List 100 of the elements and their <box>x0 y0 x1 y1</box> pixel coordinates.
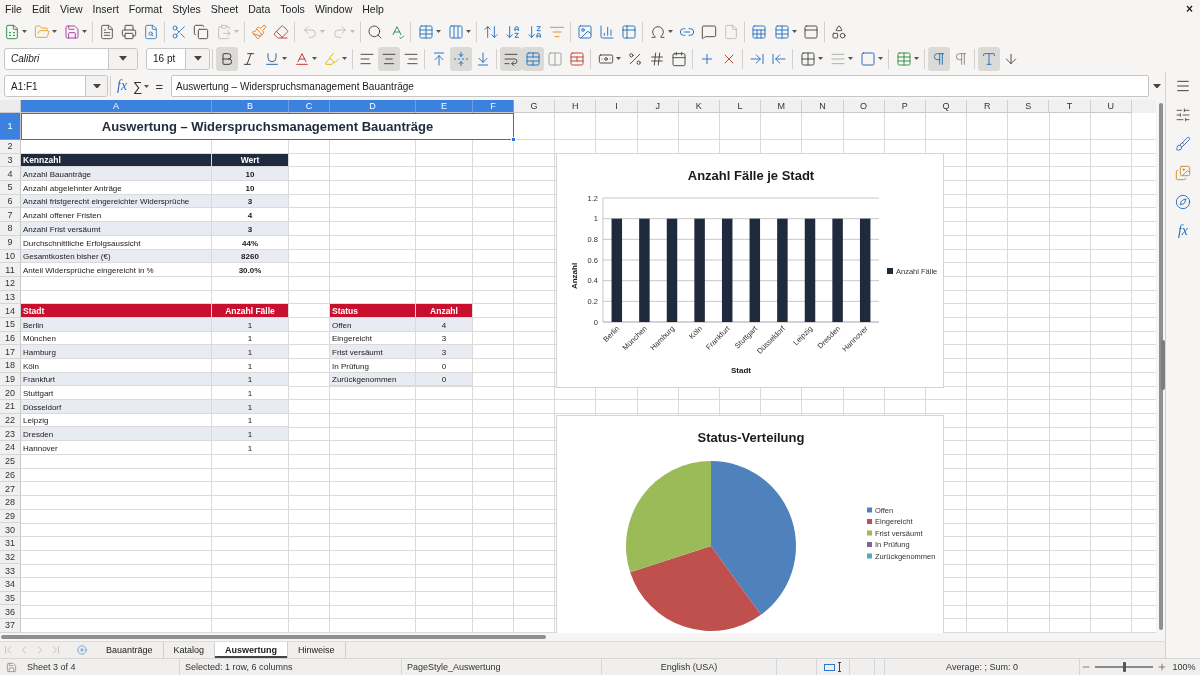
menu-item[interactable]: File <box>0 1 27 17</box>
column-header[interactable]: L <box>719 100 762 113</box>
column-header[interactable]: D <box>330 100 416 113</box>
caret-icon <box>817 57 823 60</box>
horizontal-scrollbar-thumb[interactable] <box>1 635 546 639</box>
undo-icon <box>301 23 318 40</box>
row-header[interactable]: 24 <box>0 441 21 455</box>
font-size-field[interactable]: 16 pt <box>146 47 210 70</box>
column-header[interactable]: T <box>1049 100 1091 113</box>
row-header[interactable]: 8 <box>0 222 21 236</box>
row-header[interactable]: 23 <box>0 427 21 442</box>
columns-icon <box>447 23 464 40</box>
wrap-text-button[interactable] <box>500 46 522 71</box>
menu-item[interactable]: Data <box>243 1 276 17</box>
row-header[interactable]: 1 <box>0 113 21 140</box>
column-header[interactable]: Q <box>925 100 968 113</box>
eraser-icon <box>273 23 289 40</box>
sheet-tab[interactable]: Auswertung <box>215 642 289 658</box>
sum-button[interactable]: ∑ <box>130 76 153 96</box>
table-grid-icon <box>751 23 767 40</box>
caret-icon <box>877 57 883 60</box>
left-to-right-button[interactable] <box>928 46 950 71</box>
header-cell: Kennzahl <box>21 153 212 168</box>
zoom-level: 100% <box>1172 662 1196 672</box>
row-header[interactable]: 33 <box>0 564 21 578</box>
function-wizard-button[interactable]: fx <box>114 76 131 96</box>
menu-item[interactable]: View <box>55 1 88 17</box>
menu-item[interactable]: Styles <box>167 1 206 17</box>
menu-item[interactable]: Tools <box>275 1 310 17</box>
zoom-slider-thumb[interactable] <box>1122 662 1126 672</box>
italic-icon <box>241 50 257 67</box>
column-header[interactable]: U <box>1090 100 1132 113</box>
name-box[interactable]: A1:F1 <box>4 75 108 97</box>
add-sheet-button[interactable] <box>74 642 90 658</box>
fill-handle[interactable] <box>511 137 516 142</box>
align-middle-button[interactable] <box>450 46 472 71</box>
menu-item[interactable]: Insert <box>87 1 124 17</box>
bar-chart-icon <box>599 23 615 40</box>
row-header[interactable]: 36 <box>0 605 21 620</box>
row-header[interactable]: 20 <box>0 386 21 401</box>
legend-swatch-icon <box>867 519 872 524</box>
dropdown-button[interactable] <box>108 48 137 69</box>
row-header[interactable]: 17 <box>0 345 21 359</box>
row-header[interactable]: 18 <box>0 359 21 373</box>
pilcrow-icon <box>953 50 969 67</box>
row-header[interactable]: 21 <box>0 400 21 414</box>
functions-button[interactable]: fx <box>1171 219 1195 243</box>
column-header[interactable]: K <box>678 100 720 113</box>
row-header[interactable]: 14 <box>0 304 21 318</box>
column-header[interactable]: E <box>416 100 473 113</box>
dropdown-button[interactable] <box>185 48 209 69</box>
column-header[interactable]: I <box>596 100 638 113</box>
table-icon <box>417 23 434 40</box>
formula-button[interactable]: = <box>152 76 166 96</box>
row-header[interactable]: 4 <box>0 167 21 182</box>
column-header[interactable]: M <box>761 100 803 113</box>
caret-icon <box>791 30 797 33</box>
menu-item[interactable]: Edit <box>26 1 55 17</box>
dropdown-button[interactable] <box>85 76 107 96</box>
paintbrush-icon <box>251 23 267 40</box>
column-header[interactable]: C <box>289 100 330 113</box>
column-header[interactable]: G <box>514 100 556 113</box>
align-top-icon <box>431 50 447 67</box>
column-header[interactable]: R <box>967 100 1009 113</box>
row-header[interactable]: 27 <box>0 482 21 496</box>
row-header[interactable]: 2 <box>0 140 21 154</box>
column-header[interactable]: S <box>1008 100 1050 113</box>
menu-item[interactable]: Sheet <box>205 1 244 17</box>
column-header[interactable]: J <box>637 100 679 113</box>
close-document-button[interactable]: × <box>1183 1 1196 17</box>
menu-item[interactable]: Format <box>123 1 168 17</box>
title-cell[interactable]: Auswertung – Widerspruchsmanagement Bauanträge <box>21 113 514 140</box>
vertical-scrollbar-thumb[interactable] <box>1158 103 1163 630</box>
zoom-in-button[interactable] <box>1156 661 1168 673</box>
column-header[interactable]: B <box>212 100 289 113</box>
row-header[interactable]: 34 <box>0 578 21 592</box>
row-header[interactable]: 30 <box>0 523 21 537</box>
column-header[interactable]: P <box>884 100 926 113</box>
menu-item[interactable]: Help <box>357 1 389 17</box>
row-header[interactable]: 37 <box>0 619 21 633</box>
column-header[interactable]: A <box>21 100 212 113</box>
sidebar-handle[interactable] <box>1161 340 1165 390</box>
formula-input[interactable]: Auswertung – Widerspruchsmanagement Bauanträge <box>171 75 1149 97</box>
align-center-button[interactable] <box>378 46 400 71</box>
legend-swatch-icon <box>867 507 872 513</box>
redo-icon <box>331 23 348 40</box>
text-horizontal-button[interactable] <box>978 46 1000 71</box>
column-header[interactable]: H <box>555 100 597 113</box>
font-name-field[interactable]: Calibri <box>4 47 138 70</box>
sheet-indicator: Sheet 3 of 4 <box>27 662 76 672</box>
column-header[interactable]: N <box>802 100 844 113</box>
column-header[interactable]: O <box>843 100 885 113</box>
caret-icon <box>119 56 127 61</box>
row-header[interactable]: 7 <box>0 208 21 223</box>
row-header[interactable]: 5 <box>0 181 21 195</box>
column-header[interactable]: F <box>473 100 514 113</box>
merge-center-button[interactable] <box>522 46 544 71</box>
row-header[interactable]: 11 <box>0 263 21 277</box>
menu-item[interactable]: Window <box>309 1 358 17</box>
bold-button[interactable] <box>216 46 238 71</box>
